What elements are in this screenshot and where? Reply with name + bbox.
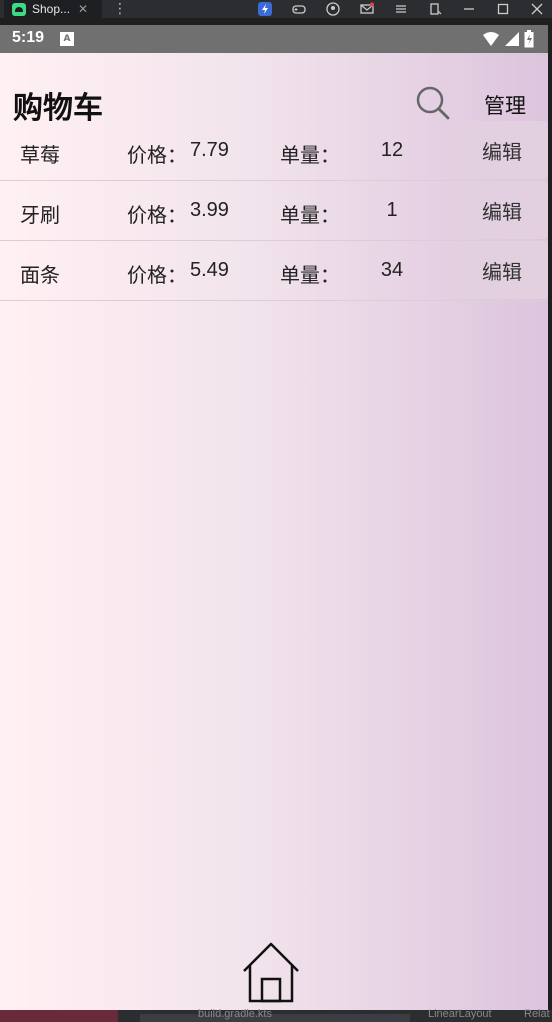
notification-a-icon: A	[60, 32, 74, 46]
item-name: 牙刷	[20, 203, 60, 227]
item-price: 5.49	[190, 259, 229, 281]
ide-layout-label[interactable]: LinearLayout	[428, 1008, 492, 1020]
emulator-title-bar: Shop... ✕ ⋮	[0, 0, 552, 18]
gamepad-icon[interactable]	[290, 1, 308, 17]
home-icon[interactable]	[240, 941, 302, 1003]
mail-icon[interactable]	[358, 1, 376, 17]
rotate-icon[interactable]	[426, 1, 444, 17]
battery-icon	[524, 30, 534, 48]
price-label: 价格：	[127, 143, 187, 167]
tab-title: Shop...	[32, 2, 71, 16]
quantity-label: 单量：	[280, 203, 340, 227]
cart-item-row: 牙刷 价格： 3.99 单量： 1 编辑	[0, 181, 548, 241]
android-app-icon	[12, 2, 26, 16]
cart-item-row: 面条 价格： 5.49 单量： 34 编辑	[0, 241, 548, 301]
minimize-icon[interactable]	[460, 1, 478, 17]
item-name: 草莓	[20, 143, 60, 167]
edit-button[interactable]: 编辑	[456, 121, 548, 179]
search-icon[interactable]	[414, 85, 450, 121]
cart-list: 草莓 价格： 7.79 单量： 12 编辑 牙刷 价格： 3.99 单量： 1 …	[0, 121, 548, 301]
item-price: 3.99	[190, 199, 229, 221]
emulator-tab[interactable]: Shop... ✕	[4, 0, 102, 18]
ide-file-label[interactable]: build.gradle.kts	[198, 1008, 272, 1020]
edit-button[interactable]: 编辑	[456, 241, 548, 299]
ide-panel-left	[0, 1010, 118, 1022]
quantity-label: 单量：	[280, 263, 340, 287]
item-quantity: 1	[386, 199, 398, 221]
hamburger-icon[interactable]	[392, 1, 410, 17]
edit-button[interactable]: 编辑	[456, 181, 548, 239]
app-screen: 购物车 管理 草莓 价格： 7.79 单量： 12 编辑 牙刷 价格： 3.99…	[0, 53, 548, 1010]
close-tab-icon[interactable]: ✕	[78, 2, 88, 16]
signal-icon	[505, 32, 519, 46]
status-time: 5:19	[12, 29, 45, 46]
price-label: 价格：	[127, 263, 187, 287]
close-window-icon[interactable]	[528, 1, 546, 17]
manage-button[interactable]: 管理	[484, 90, 526, 120]
quantity-label: 单量：	[280, 143, 340, 167]
wifi-icon	[483, 32, 499, 46]
app-header: 购物车 管理	[0, 53, 548, 126]
android-status-bar: 5:19 A	[0, 25, 548, 53]
window-edge	[548, 18, 552, 1022]
ide-layout-label-2[interactable]: Relat	[524, 1008, 550, 1020]
item-price: 7.79	[190, 139, 229, 161]
more-options-icon[interactable]: ⋮	[113, 0, 127, 18]
item-quantity: 34	[380, 259, 404, 281]
item-quantity: 12	[380, 139, 404, 161]
cart-item-row: 草莓 价格： 7.79 单量： 12 编辑	[0, 121, 548, 181]
item-name: 面条	[20, 263, 60, 287]
account-icon[interactable]	[324, 1, 342, 17]
ide-panel-mid	[140, 1014, 410, 1022]
price-label: 价格：	[127, 203, 187, 227]
maximize-icon[interactable]	[494, 1, 512, 17]
power-icon[interactable]	[256, 1, 274, 17]
